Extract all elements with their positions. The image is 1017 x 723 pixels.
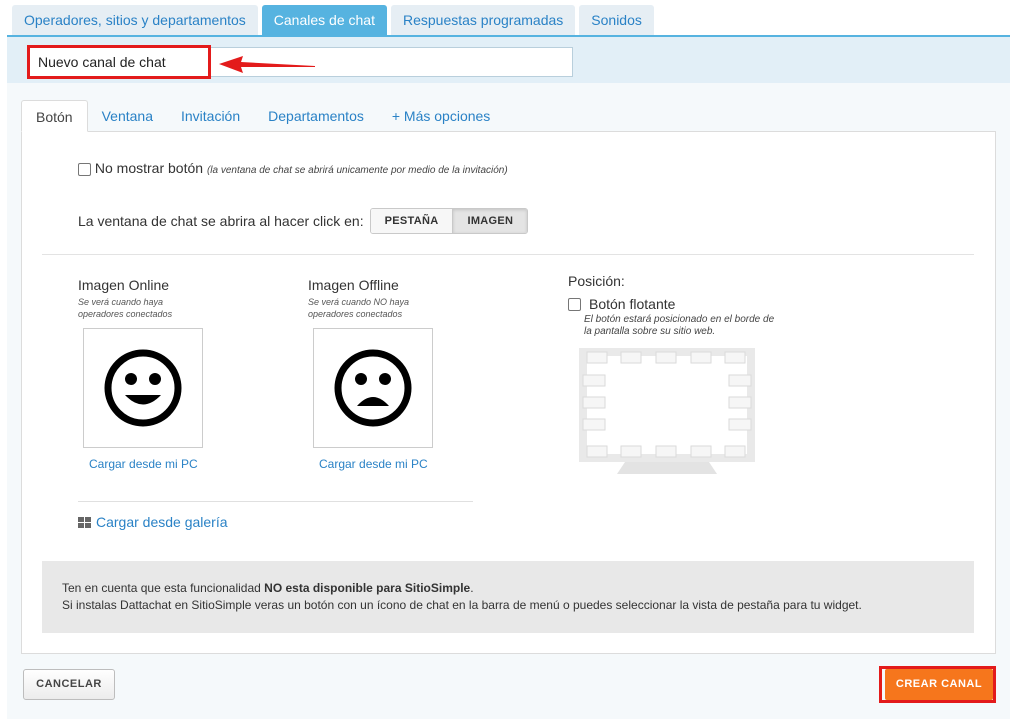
sad-face-icon <box>334 349 412 427</box>
hide-button-label: No mostrar botón <box>94 160 204 176</box>
tab-respuestas-programadas[interactable]: Respuestas programadas <box>390 5 576 35</box>
offline-image-subtitle: Se verá cuando NO haya operadores conect… <box>308 297 410 319</box>
floating-checkbox[interactable] <box>568 297 581 311</box>
notice-line-2: Si instalas Dattachat en SitioSimple ver… <box>62 598 862 612</box>
online-image-title: Imagen Online <box>78 277 170 293</box>
open-on-toggle: PESTAÑA IMAGEN <box>369 208 529 234</box>
boton-panel: No mostrar botón (la ventana de chat se … <box>21 131 996 654</box>
top-tabs: Operadores, sitios y departamentos Canal… <box>12 5 654 35</box>
open-on-row: La ventana de chat se abrira al hacer cl… <box>78 208 529 234</box>
online-upload-link[interactable]: Cargar desde mi PC <box>89 457 278 471</box>
subtab-mas-opciones[interactable]: + Más opciones <box>378 100 504 132</box>
position-title: Posición: <box>568 273 625 289</box>
screen-position-icon <box>579 348 755 474</box>
offline-image-section: Imagen Offline Se verá cuando NO haya op… <box>308 277 508 471</box>
offline-image-preview[interactable] <box>313 328 433 448</box>
offline-upload-link[interactable]: Cargar desde mi PC <box>319 457 508 471</box>
divider <box>42 254 974 255</box>
hide-button-row: No mostrar botón (la ventana de chat se … <box>78 160 508 176</box>
happy-face-icon <box>104 349 182 427</box>
floating-note: El botón estará posicionado en el borde … <box>584 314 775 337</box>
hide-button-hint: (la ventana de chat se abrirá unicamente… <box>206 165 508 176</box>
position-section: Posición: Botón flotante El botón estará… <box>568 273 784 474</box>
divider <box>78 501 473 502</box>
tab-canales-de-chat[interactable]: Canales de chat <box>261 5 387 35</box>
online-image-subtitle: Se verá cuando haya operadores conectado… <box>78 297 173 319</box>
channel-name-input[interactable] <box>28 47 573 77</box>
online-image-preview[interactable] <box>83 328 203 448</box>
channel-name-bar <box>7 35 1010 83</box>
online-image-section: Imagen Online Se verá cuando haya operad… <box>78 277 278 471</box>
tab-operadores[interactable]: Operadores, sitios y departamentos <box>12 5 258 35</box>
sitiosimple-notice: Ten en cuenta que esta funcionalidad NO … <box>42 561 974 633</box>
floating-row: Botón flotante <box>568 296 784 312</box>
cancel-button[interactable]: CANCELAR <box>23 669 115 700</box>
subtab-departamentos[interactable]: Departamentos <box>254 100 378 132</box>
subtab-ventana[interactable]: Ventana <box>88 100 167 132</box>
option-pestana[interactable]: PESTAÑA <box>370 209 453 233</box>
hide-button-checkbox[interactable] <box>78 162 91 176</box>
subtab-boton[interactable]: Botón <box>21 100 88 132</box>
offline-image-title: Imagen Offline <box>308 277 399 293</box>
sub-tabs: Botón Ventana Invitación Departamentos +… <box>21 100 504 132</box>
main-panel: Botón Ventana Invitación Departamentos +… <box>7 83 1010 719</box>
tab-sonidos[interactable]: Sonidos <box>579 5 654 35</box>
open-on-label: La ventana de chat se abrira al hacer cl… <box>78 213 364 229</box>
subtab-invitacion[interactable]: Invitación <box>167 100 254 132</box>
option-imagen[interactable]: IMAGEN <box>452 209 528 233</box>
create-channel-button[interactable]: CREAR CANAL <box>885 669 993 700</box>
grid-icon <box>78 516 91 528</box>
notice-line-1: Ten en cuenta que esta funcionalidad NO … <box>62 581 474 595</box>
gallery-link[interactable]: Cargar desde galería <box>78 514 228 530</box>
gallery-label: Cargar desde galería <box>96 514 228 530</box>
floating-label: Botón flotante <box>589 296 676 312</box>
